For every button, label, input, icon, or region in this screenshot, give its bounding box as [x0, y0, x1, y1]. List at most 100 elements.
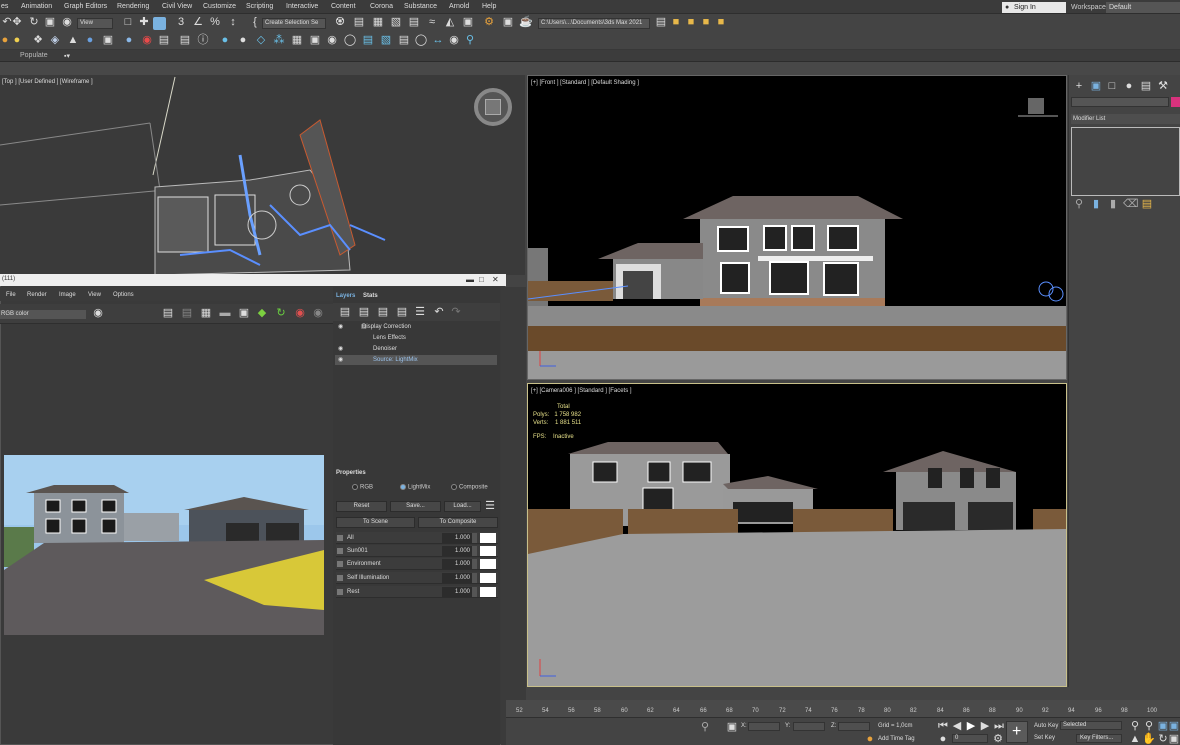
reference-coordinate-dropdown[interactable]: View — [77, 18, 113, 29]
create-tab-icon[interactable]: + — [1072, 80, 1086, 93]
folder-sync-icon[interactable]: ■ — [699, 16, 713, 29]
layer-explorer-icon[interactable]: ▧ — [389, 16, 403, 29]
point-light-icon[interactable]: ● — [236, 34, 250, 47]
menu-item-rendering[interactable]: Rendering — [117, 3, 149, 10]
pivot-icon[interactable]: □ — [121, 16, 135, 29]
show-end-result-icon[interactable]: ▮ — [1089, 198, 1103, 211]
rendered-frame-window-icon[interactable]: ▣ — [501, 16, 515, 29]
cylinder-icon[interactable]: ◯ — [343, 34, 357, 47]
rotate-icon[interactable]: ↻ — [27, 16, 41, 29]
lightmix-row-all[interactable]: All 1.000 — [336, 532, 498, 544]
go-to-end-icon[interactable]: ⏭ — [992, 720, 1006, 733]
tab-stats[interactable]: Stats — [363, 293, 378, 299]
menu-item-help[interactable]: Help — [482, 3, 496, 10]
vfb-menu-view[interactable]: View — [88, 292, 101, 298]
set-key-mode-button[interactable]: + — [1006, 721, 1028, 743]
workspace-dropdown[interactable]: Default — [1106, 2, 1180, 13]
tube-icon[interactable]: ◯ — [414, 34, 428, 47]
save-image-icon[interactable]: ▤ — [161, 307, 175, 320]
enable-checkbox[interactable] — [337, 535, 343, 541]
select-move-icon[interactable]: ✚ — [137, 16, 151, 29]
enable-checkbox[interactable] — [337, 561, 343, 567]
project-folder-icon[interactable]: ▤ — [654, 16, 668, 29]
radio-lightmix[interactable]: LightMix — [400, 484, 430, 491]
proxy-icon[interactable]: ❖ — [31, 34, 45, 47]
hdr-icon[interactable]: ▬ — [218, 307, 232, 320]
move-icon[interactable]: ✥ — [10, 16, 24, 29]
teapot-icon[interactable]: ◆ — [255, 307, 269, 320]
intensity-spinner[interactable] — [472, 533, 477, 543]
add-time-tag-button[interactable]: Add Time Tag — [878, 736, 915, 742]
viewport-camera[interactable]: [+] [Camera006 ] [Standard ] [Facets ] — [527, 383, 1067, 687]
intensity-spinner[interactable] — [472, 559, 477, 569]
remove-modifier-icon[interactable]: ⌫ — [1123, 198, 1139, 211]
copy-image-icon[interactable]: ▤ — [180, 307, 194, 320]
color-picker-icon[interactable]: ◉ — [91, 307, 105, 320]
vfb-menu-render[interactable]: Render — [27, 292, 47, 298]
go-to-start-icon[interactable]: ⏮ — [936, 720, 950, 733]
intensity-field[interactable]: 1.000 — [442, 559, 472, 569]
layer-row-display-correction[interactable]: ◉ ▤ Display Correction — [335, 322, 497, 332]
particle-icon[interactable]: ⁂ — [272, 34, 286, 47]
set-key-button[interactable]: Set Key — [1034, 735, 1055, 741]
time-configuration-icon[interactable]: ⚙ — [991, 733, 1005, 745]
previous-frame-icon[interactable]: ◀ — [950, 720, 964, 733]
configure-modifier-sets-icon[interactable]: ▤ — [1140, 198, 1154, 211]
key-filters-button[interactable]: Key Filters... — [1076, 734, 1122, 743]
frame-icon[interactable]: ▣ — [237, 307, 251, 320]
mirror-icon[interactable]: ♼ — [333, 16, 347, 29]
viewport-top[interactable]: [Top ] [User Defined ] [Wireframe ] — [0, 75, 525, 275]
to-scene-button[interactable]: To Scene — [336, 517, 415, 528]
menu-item-animation[interactable]: Animation — [21, 3, 52, 10]
lightmix-row-self-illumination[interactable]: Self Illumination 1.000 — [336, 572, 498, 584]
display-tab-icon[interactable]: ▤ — [1139, 80, 1153, 93]
color-swatch[interactable] — [480, 559, 496, 569]
hierarchy-tab-icon[interactable]: □ — [1105, 80, 1119, 93]
schematic-view-icon[interactable]: ◭ — [443, 16, 457, 29]
object-color-swatch[interactable] — [1171, 97, 1180, 107]
refresh-render-icon[interactable]: ↻ — [274, 307, 288, 320]
x-coordinate-field[interactable] — [748, 722, 780, 731]
cube-icon[interactable]: ▣ — [308, 34, 322, 47]
viewport-front[interactable]: [+] [Front ] [Standard ] [Default Shadin… — [527, 75, 1067, 380]
vfb-menu-file[interactable]: File — [6, 292, 16, 298]
menu-item-content[interactable]: Content — [331, 3, 356, 10]
y-coordinate-field[interactable] — [793, 722, 825, 731]
modifier-list-dropdown[interactable]: Modifier List — [1071, 114, 1180, 124]
scene-explorer-icon[interactable]: ▦ — [371, 16, 385, 29]
menu-item-graph-editors[interactable]: Graph Editors — [64, 3, 107, 10]
zoom-extents-all-icon[interactable]: ▣ — [1167, 720, 1180, 733]
placement-icon[interactable]: ◉ — [60, 16, 74, 29]
viewcube[interactable] — [485, 99, 501, 115]
stop-render-icon[interactable]: ◉ — [293, 307, 307, 320]
sign-in-button[interactable]: ● Sign In — [1002, 2, 1066, 13]
modifier-stack[interactable] — [1071, 127, 1180, 196]
modify-tab-icon[interactable]: ▣ — [1089, 80, 1103, 93]
snap-3d-icon[interactable]: 3 — [174, 16, 188, 29]
intensity-spinner[interactable] — [472, 573, 477, 583]
angle-snap-icon[interactable]: ∠ — [191, 16, 205, 29]
folder-icon[interactable]: ■ — [684, 16, 698, 29]
undo-layer-icon[interactable]: ↶ — [432, 306, 446, 319]
layer-row-denoiser[interactable]: ◉ Denoiser — [335, 344, 497, 354]
visibility-eye-icon[interactable]: ◉ — [338, 355, 343, 365]
fur-icon[interactable]: ● — [83, 34, 97, 47]
grid-icon[interactable]: ▧ — [379, 34, 393, 47]
render-production-icon[interactable]: ☕ — [519, 16, 533, 29]
material-editor-icon[interactable]: ▣ — [461, 16, 475, 29]
pin-icon[interactable]: ⚲ — [463, 34, 477, 47]
curve-editor-icon[interactable]: ≈ — [425, 16, 439, 29]
lightmix-row-rest[interactable]: Rest 1.000 — [336, 586, 498, 598]
maximize-icon[interactable]: □ — [479, 275, 484, 284]
z-coordinate-field[interactable] — [838, 722, 870, 731]
save-button[interactable]: Save... — [390, 501, 441, 512]
plane-icon[interactable]: ▤ — [361, 34, 375, 47]
close-icon[interactable]: ✕ — [492, 275, 499, 284]
frame-buffer-titlebar[interactable]: ▬ □ ✕ — [0, 274, 506, 286]
folder-settings-icon[interactable]: ■ — [714, 16, 728, 29]
list-options-icon[interactable]: ☰ — [483, 500, 497, 513]
material-sphere-icon[interactable]: ● — [122, 34, 136, 47]
intensity-spinner[interactable] — [472, 587, 477, 597]
enable-checkbox[interactable] — [337, 548, 343, 554]
table-icon[interactable]: ▦ — [290, 34, 304, 47]
